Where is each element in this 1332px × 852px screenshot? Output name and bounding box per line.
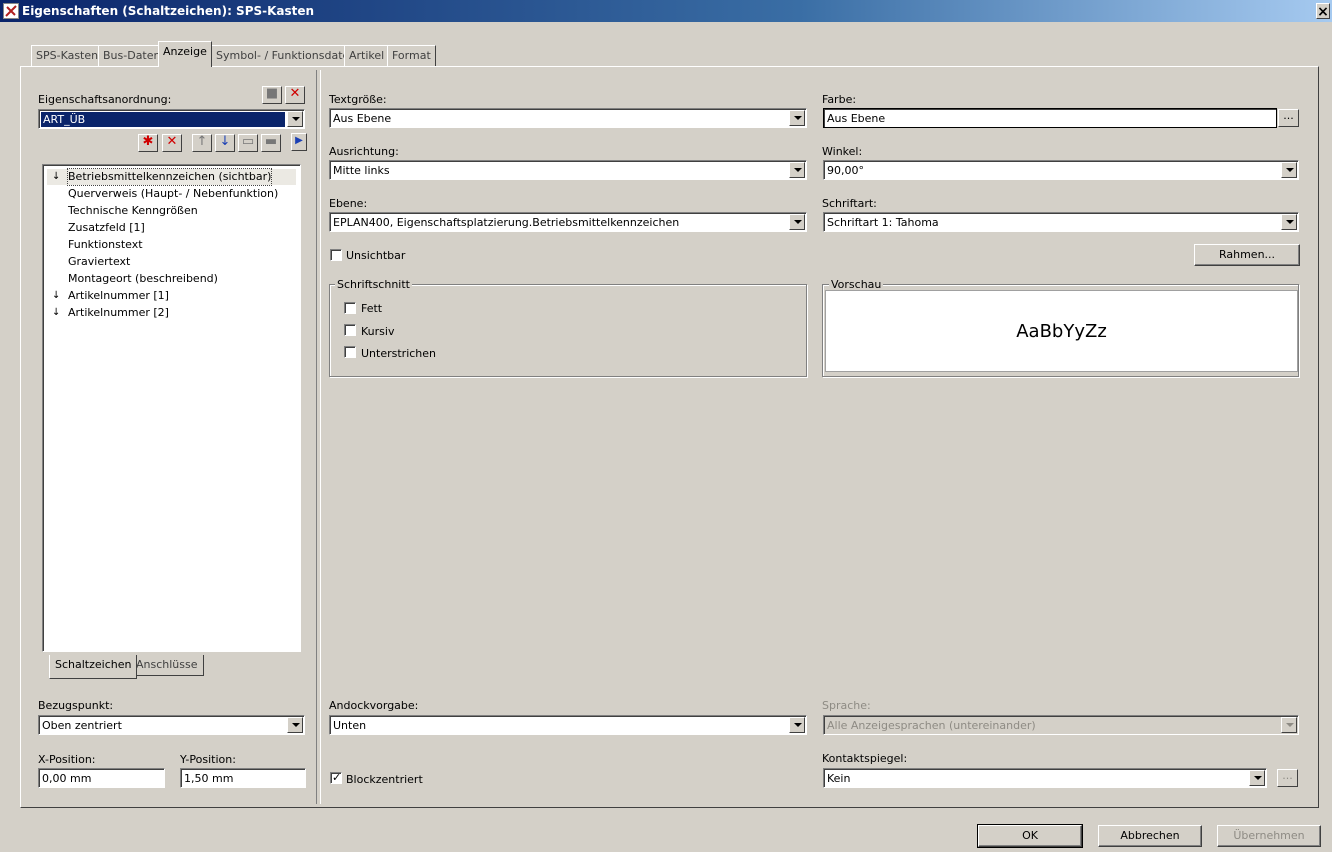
text-size-label: Textgröße: — [329, 93, 387, 106]
tab-bus-daten[interactable]: Bus-Daten — [98, 45, 166, 66]
tab-anzeige[interactable]: Anzeige — [158, 41, 212, 67]
contact-mirror-more-button[interactable]: ... — [1277, 769, 1298, 787]
chevron-down-icon — [1281, 717, 1297, 733]
chevron-down-icon[interactable] — [789, 110, 805, 126]
arrangement-label: Eigenschaftsanordnung: — [38, 93, 172, 106]
bold-label: Fett — [361, 302, 383, 315]
chevron-down-icon[interactable] — [287, 717, 303, 733]
window-title: Eigenschaften (Schaltzeichen): SPS-Kaste… — [22, 4, 315, 18]
chevron-down-icon[interactable] — [287, 111, 303, 127]
color-picker-button[interactable]: ... — [1278, 109, 1299, 127]
tab-sps-kasten[interactable]: SPS-Kasten — [31, 45, 104, 66]
chevron-down-icon[interactable] — [789, 162, 805, 178]
underline-checkbox[interactable] — [344, 346, 356, 358]
contact-mirror-select[interactable]: Kein — [823, 768, 1267, 788]
layer-select[interactable]: EPLAN400, Eigenschaftsplatzierung.Betrie… — [329, 212, 807, 232]
sort-icon: ↓ — [52, 171, 61, 182]
language-select: Alle Anzeigesprachen (untereinander) — [823, 715, 1299, 735]
y-position-label: Y-Position: — [180, 753, 236, 766]
font-label: Schriftart: — [822, 197, 877, 210]
group-button[interactable]: ▭ — [238, 134, 258, 152]
move-up-button[interactable]: ↑ — [192, 134, 212, 152]
tab-artikel[interactable]: Artikel — [344, 45, 390, 66]
tab-anschluesse[interactable]: Anschlüsse — [130, 655, 204, 676]
alignment-select[interactable]: Mitte links — [329, 160, 807, 180]
angle-select[interactable]: 90,00° — [823, 160, 1299, 180]
font-style-group-title: Schriftschnitt — [335, 278, 412, 291]
x-position-label: X-Position: — [38, 753, 96, 766]
preview-text: AaBbYyZz — [1016, 321, 1107, 342]
reference-point-label: Bezugspunkt: — [38, 699, 114, 712]
frame-button[interactable]: Rahmen... — [1194, 244, 1300, 266]
delete-property-button[interactable]: ✕ — [162, 134, 182, 152]
contact-mirror-label: Kontaktspiegel: — [822, 752, 908, 765]
font-select[interactable]: Schriftart 1: Tahoma — [823, 212, 1299, 232]
chevron-down-icon[interactable] — [1281, 214, 1297, 230]
dock-label: Andockvorgabe: — [329, 699, 419, 712]
italic-checkbox[interactable] — [344, 324, 356, 336]
italic-label: Kursiv — [361, 325, 395, 338]
chevron-down-icon[interactable] — [789, 214, 805, 230]
ok-button[interactable]: OK — [977, 824, 1083, 848]
color-field[interactable]: Aus Ebene — [823, 108, 1277, 128]
arrangement-select[interactable]: ART_ÜB — [38, 109, 305, 129]
ungroup-button[interactable]: ▬ — [261, 134, 281, 152]
language-label: Sprache: — [822, 699, 871, 712]
title-bar: Eigenschaften (Schaltzeichen): SPS-Kaste… — [0, 0, 1332, 22]
apply-button[interactable]: Übernehmen — [1217, 825, 1321, 847]
property-tree[interactable]: ↓ Betriebsmittelkennzeichen (sichtbar) Q… — [42, 164, 301, 652]
dock-select[interactable]: Unten — [329, 715, 807, 735]
color-label: Farbe: — [822, 93, 857, 106]
tab-symbol-funktionsdaten[interactable]: Symbol- / Funktionsdaten — [211, 45, 362, 66]
chevron-down-icon[interactable] — [1281, 162, 1297, 178]
save-arrangement-button[interactable]: ■ — [262, 86, 282, 104]
bold-checkbox[interactable] — [344, 302, 356, 314]
text-size-select[interactable]: Aus Ebene — [329, 108, 807, 128]
block-centered-label: Blockzentriert — [346, 773, 423, 786]
splitter[interactable] — [316, 70, 321, 804]
sort-icon: ↓ — [52, 290, 61, 301]
cancel-button[interactable]: Abbrechen — [1098, 825, 1202, 847]
block-centered-checkbox[interactable] — [330, 771, 342, 784]
move-down-button[interactable]: ↓ — [215, 134, 235, 152]
tree-item[interactable]: ↓ Betriebsmittelkennzeichen (sichtbar) — [47, 168, 296, 186]
font-style-group — [329, 284, 807, 377]
reference-point-select[interactable]: Oben zentriert — [38, 715, 305, 735]
new-property-button[interactable]: ✱ — [138, 134, 158, 152]
play-icon[interactable]: ▶ — [291, 133, 307, 151]
invisible-label: Unsichtbar — [346, 249, 406, 262]
alignment-label: Ausrichtung: — [329, 145, 399, 158]
invisible-checkbox[interactable] — [330, 249, 342, 261]
underline-label: Unterstrichen — [361, 347, 437, 360]
angle-label: Winkel: — [822, 145, 863, 158]
preview-area: AaBbYyZz — [825, 290, 1298, 372]
close-icon[interactable]: × — [1316, 3, 1330, 20]
x-position-field[interactable]: 0,00 mm — [38, 768, 165, 788]
chevron-down-icon[interactable] — [789, 717, 805, 733]
layer-label: Ebene: — [329, 197, 368, 210]
delete-arrangement-button[interactable]: ✕ — [285, 86, 305, 104]
tab-format[interactable]: Format — [387, 45, 436, 66]
chevron-down-icon[interactable] — [1249, 770, 1265, 786]
app-icon — [3, 3, 19, 19]
sort-icon: ↓ — [52, 307, 61, 318]
tab-schaltzeichen[interactable]: Schaltzeichen — [49, 655, 138, 679]
y-position-field[interactable]: 1,50 mm — [180, 768, 306, 788]
